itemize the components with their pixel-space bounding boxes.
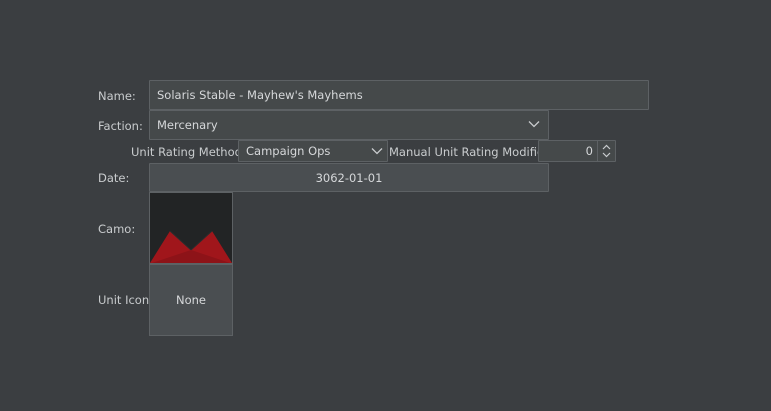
camo-label: Camo:: [98, 222, 136, 236]
name-field[interactable]: Solaris Stable - Mayhew's Mayhems: [149, 80, 649, 110]
date-value: 3062-01-01: [315, 171, 383, 185]
unit-icon-label: Unit Icon:: [98, 293, 153, 307]
unit-rating-method-label: Unit Rating Method:: [131, 145, 246, 159]
unit-rating-method-dropdown[interactable]: Campaign Ops: [238, 140, 388, 162]
campaign-options-panel: Name: Solaris Stable - Mayhew's Mayhems …: [0, 0, 771, 411]
manual-unit-rating-modifier-value: 0: [585, 144, 593, 158]
name-label: Name:: [98, 89, 136, 103]
spinner-up-down-icon: [602, 144, 611, 158]
manual-unit-rating-modifier-label: Manual Unit Rating Modifier: [389, 145, 549, 159]
unit-rating-method-value: Campaign Ops: [246, 144, 331, 158]
chevron-down-icon: [371, 148, 383, 155]
faction-dropdown[interactable]: Mercenary: [149, 110, 549, 140]
manual-unit-rating-modifier-spinner[interactable]: 0: [538, 140, 616, 162]
date-button[interactable]: 3062-01-01: [149, 163, 549, 192]
spinner-arrows-icon[interactable]: [597, 141, 615, 161]
unit-icon-button[interactable]: None: [149, 264, 233, 336]
camo-button[interactable]: [149, 192, 233, 264]
name-value: Solaris Stable - Mayhew's Mayhems: [157, 88, 363, 102]
chevron-down-icon: [528, 121, 540, 128]
camo-emblem-icon: [150, 193, 232, 263]
faction-label: Faction:: [98, 119, 143, 133]
date-label: Date:: [98, 171, 130, 185]
faction-value: Mercenary: [157, 118, 218, 132]
unit-icon-value: None: [175, 293, 206, 307]
